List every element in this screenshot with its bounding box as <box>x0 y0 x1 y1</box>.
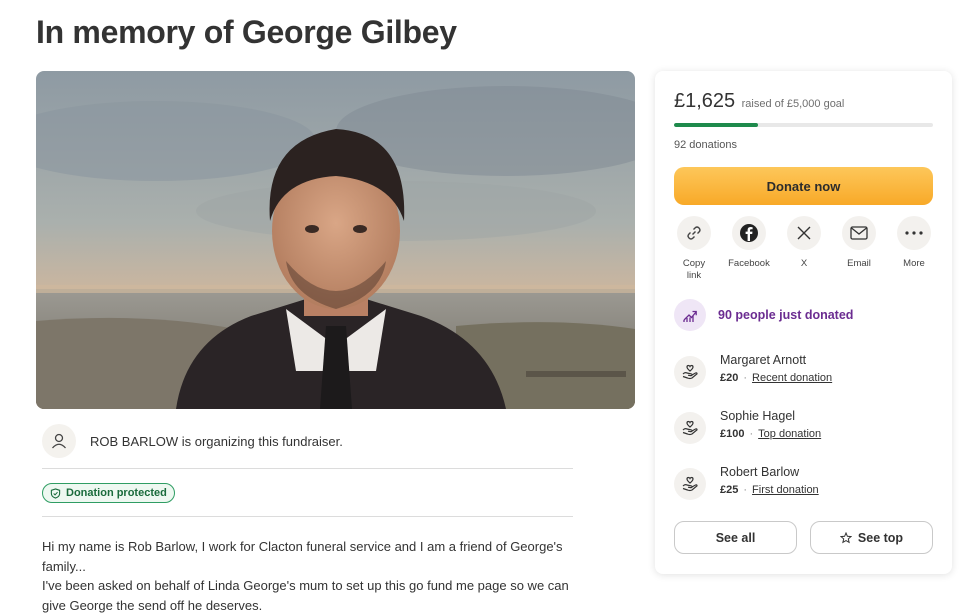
x-icon <box>787 216 821 250</box>
donor-item: Robert Barlow £25 · First donation <box>674 465 819 500</box>
share-label: Facebook <box>728 258 770 269</box>
donor-amount: £20 <box>720 372 739 384</box>
share-copy-link[interactable]: Copy link <box>672 216 716 282</box>
heart-hand-icon <box>674 412 706 444</box>
badge-label: Donation protected <box>66 487 167 499</box>
email-icon <box>842 216 876 250</box>
donor-amount: £100 <box>720 428 745 440</box>
heart-hand-icon <box>674 468 706 500</box>
raised-amount: £1,625 <box>674 90 736 112</box>
donor-tag-link[interactable]: First donation <box>752 484 819 496</box>
donate-now-button[interactable]: Donate now <box>674 167 933 205</box>
page-title: In memory of George Gilbey <box>36 14 457 50</box>
divider <box>42 468 573 469</box>
donation-count: 92 donations <box>674 139 737 151</box>
facebook-icon <box>732 216 766 250</box>
donor-meta: £100 · Top donation <box>720 428 821 440</box>
divider <box>42 516 573 517</box>
share-row: Copy link Facebook X Email More <box>672 216 936 282</box>
share-more[interactable]: More <box>892 216 936 282</box>
organizer-text: ROB BARLOW is organizing this fundraiser… <box>90 433 343 449</box>
shield-icon <box>50 487 61 499</box>
see-all-label: See all <box>715 530 756 545</box>
donor-item: Sophie Hagel £100 · Top donation <box>674 409 821 444</box>
donor-item: Margaret Arnott £20 · Recent donation <box>674 353 832 388</box>
link-icon <box>677 216 711 250</box>
see-all-button[interactable]: See all <box>674 521 797 554</box>
donor-name: Margaret Arnott <box>720 353 807 367</box>
donor-tag-link[interactable]: Recent donation <box>752 372 832 384</box>
donor-amount: £25 <box>720 484 739 496</box>
share-email[interactable]: Email <box>837 216 881 282</box>
share-facebook[interactable]: Facebook <box>727 216 771 282</box>
trending-icon <box>674 299 706 331</box>
share-label: Copy link <box>682 258 706 281</box>
donor-tag-link[interactable]: Top donation <box>758 428 821 440</box>
story-text: Hi my name is Rob Barlow, I work for Cla… <box>42 537 582 613</box>
progress-fill <box>674 123 759 127</box>
star-icon <box>839 531 852 543</box>
see-top-button[interactable]: See top <box>810 521 933 554</box>
story-line: Hi my name is Rob Barlow, I work for Cla… <box>42 539 563 574</box>
donation-protected-badge[interactable]: Donation protected <box>42 483 175 503</box>
share-label: More <box>903 258 925 269</box>
organizer-row: ROB BARLOW is organizing this fundraiser… <box>42 424 343 458</box>
more-icon <box>897 216 931 250</box>
share-label: X <box>800 258 808 269</box>
raised-summary: £1,625 raised of £5,000 goal <box>674 90 844 113</box>
progress-bar <box>674 123 933 127</box>
campaign-photo <box>36 71 635 409</box>
goal-text: raised of £5,000 goal <box>741 98 845 110</box>
donor-name: Robert Barlow <box>720 465 800 479</box>
separator-dot: · <box>743 372 748 384</box>
separator-dot: · <box>749 428 754 440</box>
user-icon <box>42 424 76 458</box>
story-line: I've been asked on behalf of Linda Georg… <box>42 578 569 613</box>
donor-name: Sophie Hagel <box>720 409 796 423</box>
donor-meta: £25 · First donation <box>720 484 819 496</box>
donor-meta: £20 · Recent donation <box>720 372 832 384</box>
separator-dot: · <box>743 484 748 496</box>
share-label: Email <box>847 258 871 269</box>
just-donated-row: 90 people just donated <box>674 299 853 331</box>
donation-card: £1,625 raised of £5,000 goal 92 donation… <box>655 71 952 574</box>
heart-hand-icon <box>674 356 706 388</box>
share-x[interactable]: X <box>782 216 826 282</box>
just-donated-text: 90 people just donated <box>718 308 854 322</box>
see-top-label: See top <box>857 530 904 545</box>
